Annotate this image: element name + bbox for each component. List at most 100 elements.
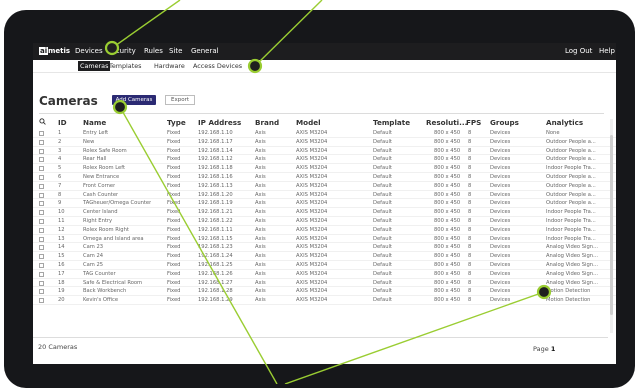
- table-row[interactable]: 20 Kevin's Office Fixed 192.168.1.29 Axis AXI…: [33, 296, 616, 305]
- cell-analytics: Analog Video Sign...: [546, 270, 599, 277]
- column-header-model[interactable]: Model: [296, 118, 321, 127]
- column-header-groups[interactable]: Groups: [490, 118, 519, 127]
- subnav-cameras[interactable]: Cameras: [78, 61, 111, 71]
- column-header-analytics[interactable]: Analytics: [546, 118, 583, 127]
- table-row[interactable]: 19 Back Workbench Fixed 192.168.1.28 Axis AXI…: [33, 287, 616, 297]
- page-number[interactable]: 1: [551, 345, 556, 353]
- cell-type: Fixed: [167, 138, 181, 145]
- cell-fps: 8: [468, 191, 472, 198]
- table-row[interactable]: 17 TAG Counter Fixed 192.168.1.26 Axis AXIS M…: [33, 270, 616, 279]
- table-row[interactable]: 15 Cam 24 Fixed 192.168.1.24 Axis AXIS M3204 D…: [33, 252, 616, 261]
- cell-id: 16: [58, 261, 65, 268]
- export-button[interactable]: Export: [165, 95, 195, 105]
- cell-template: Default: [373, 182, 392, 189]
- row-checkbox[interactable]: [39, 289, 44, 295]
- cell-id: 13: [58, 235, 65, 242]
- table-row[interactable]: 10 Center Island Fixed 192.168.1.21 Axis AXIS…: [33, 208, 616, 217]
- nav-devices[interactable]: Devices: [75, 47, 103, 55]
- table-row[interactable]: 13 Omega and Island area Fixed 192.168.1.15…: [33, 235, 616, 244]
- column-search-icon[interactable]: [39, 118, 46, 127]
- cell-model: AXIS M3204: [296, 138, 328, 145]
- table-row[interactable]: 12 Rolex Room Right Fixed 192.168.1.11 Axis A…: [33, 226, 616, 235]
- cell-template: Default: [373, 226, 392, 233]
- subnav-templates[interactable]: Templates: [109, 62, 142, 70]
- cell-name: Back Workbench: [83, 288, 127, 295]
- cell-analytics: Outdoor People a...: [546, 156, 596, 163]
- row-checkbox[interactable]: [39, 166, 44, 172]
- table-row[interactable]: 9 TAGheuer/Omega Counter Fixed 192.168.1.19…: [33, 199, 616, 209]
- table-row[interactable]: 2 New Fixed 192.168.1.17 Axis AXIS M3204 Defau…: [33, 138, 616, 147]
- row-checkbox[interactable]: [39, 139, 44, 145]
- column-header-template[interactable]: Template: [373, 118, 410, 127]
- cell-groups: Devices: [490, 235, 511, 242]
- subnav-hardware[interactable]: Hardware: [154, 62, 185, 70]
- cell-fps: 8: [468, 217, 472, 224]
- cell-template: Default: [373, 147, 392, 154]
- row-checkbox[interactable]: [39, 254, 44, 260]
- row-checkbox[interactable]: [39, 218, 44, 224]
- logo-prefix: ai: [39, 47, 49, 55]
- table-scrollbar-thumb[interactable]: [610, 135, 613, 315]
- row-checkbox[interactable]: [39, 192, 44, 198]
- cell-template: Default: [373, 270, 392, 277]
- row-checkbox[interactable]: [39, 210, 44, 216]
- cell-id: 7: [58, 182, 62, 189]
- row-checkbox[interactable]: [39, 271, 44, 277]
- table-row[interactable]: 3 Rolex Safe Room Fixed 192.168.1.14 Axis AXI…: [33, 147, 616, 156]
- column-header-ip-address[interactable]: IP Address: [198, 118, 241, 127]
- row-checkbox[interactable]: [39, 131, 44, 136]
- row-checkbox[interactable]: [39, 174, 44, 180]
- cell-template: Default: [373, 288, 392, 295]
- row-checkbox[interactable]: [39, 148, 44, 154]
- cell-type: Fixed: [167, 288, 181, 295]
- help-link[interactable]: Help: [599, 47, 615, 55]
- cell-id: 19: [58, 288, 65, 295]
- table-row[interactable]: 18 Safe & Electrical Room Fixed 192.168.1.2…: [33, 279, 616, 288]
- app-screen: aimetis Devices Security Rules Site Gene…: [33, 43, 616, 364]
- column-header-fps[interactable]: FPS: [466, 118, 481, 127]
- table-row[interactable]: 16 Cam 25 Fixed 192.168.1.25 Axis AXIS M3204 D…: [33, 261, 616, 270]
- cell-ip: 192.168.1.27: [198, 279, 233, 286]
- add-cameras-button[interactable]: Add Cameras: [112, 95, 156, 105]
- cell-name: Center Island: [83, 209, 118, 216]
- cell-groups: Devices: [490, 261, 511, 268]
- table-row[interactable]: 11 Right Entry Fixed 192.168.1.22 Axis AXIS M…: [33, 217, 616, 226]
- column-header-name[interactable]: Name: [83, 118, 106, 127]
- cell-analytics: None: [546, 130, 560, 136]
- row-checkbox[interactable]: [39, 227, 44, 233]
- cell-fps: 8: [468, 182, 472, 189]
- log-out-link[interactable]: Log Out: [565, 47, 592, 55]
- cell-type: Fixed: [167, 226, 181, 233]
- column-header-resolution[interactable]: Resoluti...: [426, 118, 467, 127]
- table-row[interactable]: 14 Cam 23 Fixed 192.168.1.23 Axis AXIS M3204 D…: [33, 243, 616, 253]
- table-row[interactable]: 5 Rolex Room Left Fixed 192.168.1.18 Axis AXI…: [33, 164, 616, 173]
- table-row[interactable]: 6 New Entrance Fixed 192.168.1.16 Axis AXIS M…: [33, 173, 616, 182]
- row-checkbox[interactable]: [39, 298, 44, 304]
- cell-resolution: 800 x 450: [434, 138, 461, 145]
- row-checkbox[interactable]: [39, 201, 44, 207]
- nav-security[interactable]: Security: [107, 47, 136, 55]
- column-header-type[interactable]: Type: [167, 118, 186, 127]
- row-checkbox[interactable]: [39, 262, 44, 268]
- row-checkbox[interactable]: [39, 183, 44, 189]
- cell-id: 3: [58, 147, 62, 154]
- cell-fps: 8: [468, 147, 472, 154]
- row-checkbox[interactable]: [39, 157, 44, 163]
- cell-analytics: Indoor People Tra...: [546, 165, 596, 172]
- cell-brand: Axis: [255, 209, 266, 216]
- cell-model: AXIS M3204: [296, 209, 328, 216]
- nav-general[interactable]: General: [191, 47, 219, 55]
- table-row[interactable]: 1 Entry Left Fixed 192.168.1.10 Axis AXIS M32…: [33, 129, 616, 138]
- table-row[interactable]: 8 Cash Counter Fixed 192.168.1.20 Axis AXIS M…: [33, 191, 616, 200]
- cell-brand: Axis: [255, 165, 266, 172]
- row-checkbox[interactable]: [39, 236, 44, 242]
- nav-site[interactable]: Site: [169, 47, 182, 55]
- table-row[interactable]: 4 Rear Hall Fixed 192.168.1.12 Axis AXIS M320…: [33, 155, 616, 165]
- column-header-brand[interactable]: Brand: [255, 118, 279, 127]
- subnav-access-devices[interactable]: Access Devices: [193, 62, 242, 70]
- row-checkbox[interactable]: [39, 280, 44, 286]
- table-row[interactable]: 7 Front Corner Fixed 192.168.1.13 Axis AXIS M…: [33, 182, 616, 191]
- row-checkbox[interactable]: [39, 245, 44, 251]
- nav-rules[interactable]: Rules: [144, 47, 163, 55]
- column-header-id[interactable]: ID: [58, 118, 67, 127]
